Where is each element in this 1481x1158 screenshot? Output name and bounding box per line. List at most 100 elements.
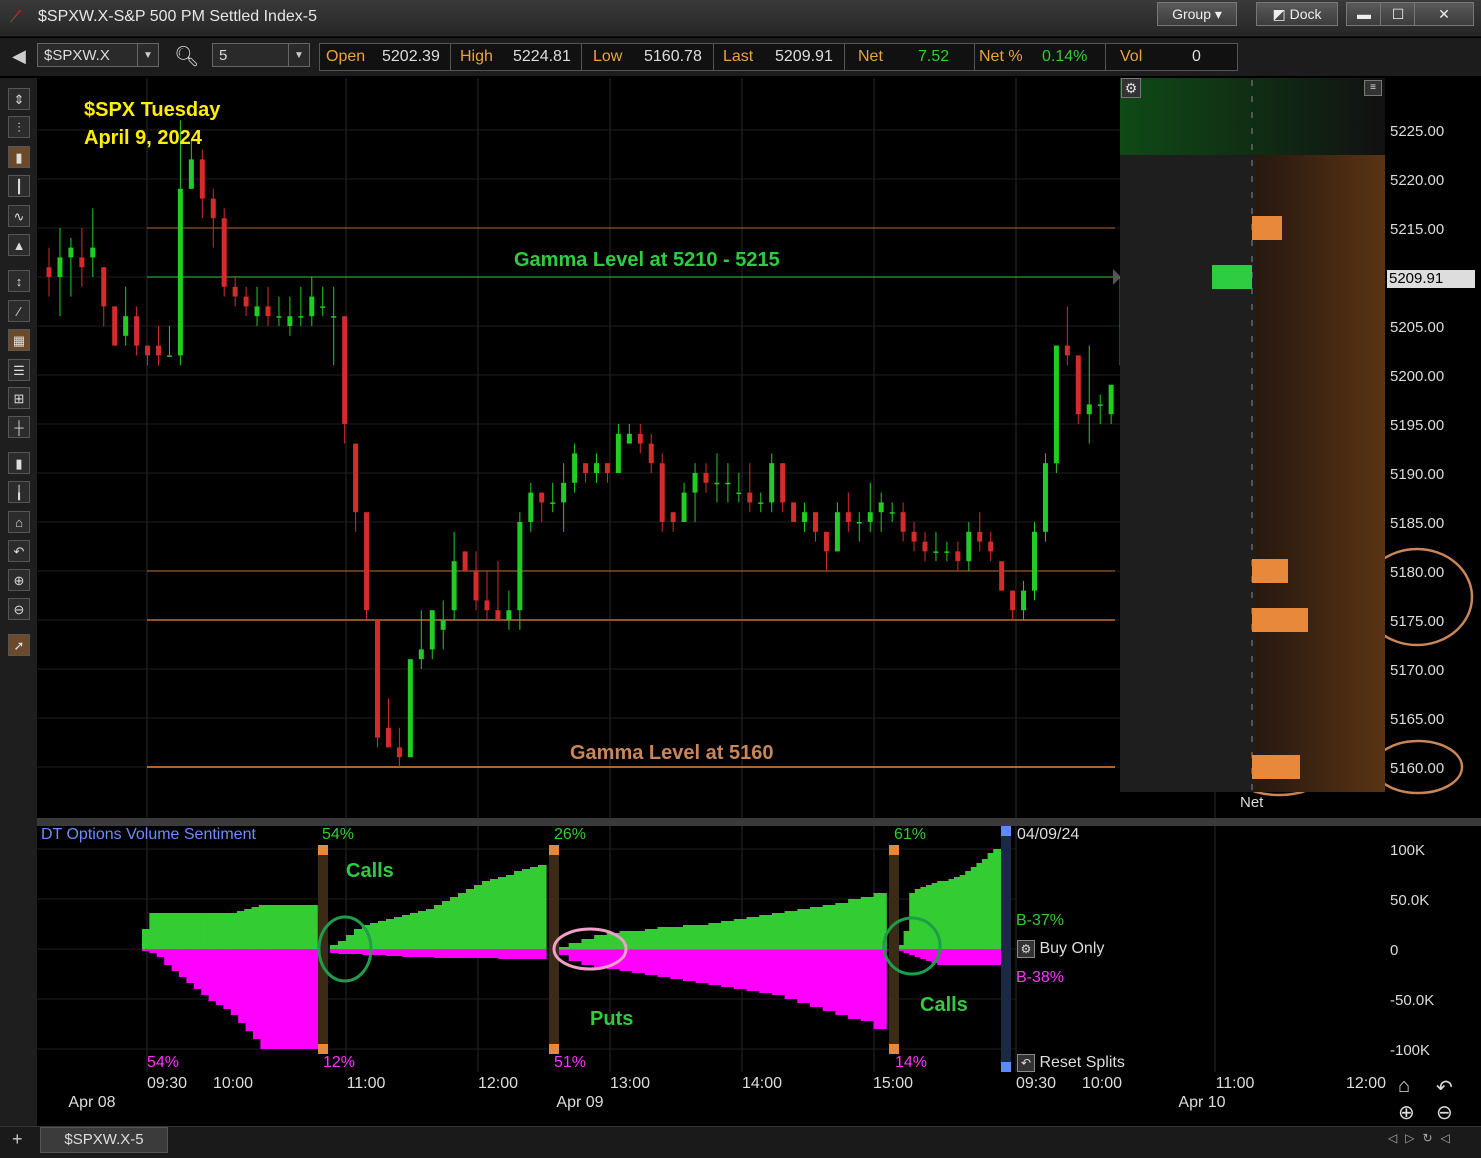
candle-body [451,561,457,611]
scale-icon[interactable]: ↕ [8,270,30,292]
sentiment-bar [822,905,836,949]
window-title: $SPXW.X-S&P 500 PM Settled Index-5 [38,8,317,25]
interval-input[interactable]: 5 ▼ [212,43,310,67]
sentiment-bar [970,949,977,965]
zoom-out-icon[interactable]: ⊖ [1436,1100,1453,1125]
current-session-bar [1001,826,1011,1072]
sentiment-bar [619,931,633,949]
sentiment-bar [558,949,572,950]
drawing-toolbar: ⇕ ⫶ ▮ ┃ ∿ ▲ ↕ ∕ ▦ ☰ ⊞ ┼ ▮ ╽ ⌂ ↶ ⊕ ⊖ ➚ [0,78,37,1128]
chevron-down-icon[interactable]: ▼ [137,44,158,66]
y-tick-label: 5190.00 [1390,466,1444,483]
sentiment-bar [594,949,608,967]
seg-top-pct-2: 26% [554,826,587,843]
menu-icon[interactable]: ≡ [1364,80,1382,96]
sentiment-bar [418,911,427,949]
sentiment-bar [238,949,247,1023]
net-bar [1252,559,1288,583]
grid-icon[interactable]: ▦ [8,329,30,351]
sentiment-bar [1004,949,1011,965]
crosshair-grid-icon[interactable]: ⊞ [8,387,30,409]
sentiment-bar [386,949,395,956]
sentiment-bar [193,913,201,949]
sentiment-bar [568,943,582,949]
candle-body [780,463,786,503]
sentiment-bar [786,949,800,950]
sentiment-bar [426,949,435,957]
sentiment-bar [266,905,274,949]
sentiment-bar [797,909,811,949]
sentiment-bar [514,871,523,949]
marker-icon[interactable]: ▮ [8,452,30,474]
candle-body [561,482,567,503]
home-icon[interactable]: ⌂ [8,511,30,533]
ohlc-icon[interactable]: ┃ [8,175,30,197]
buy-only-toggle[interactable]: ⚙ Buy Only [1017,940,1104,958]
sentiment-bar [954,877,961,949]
candle-body [900,512,906,532]
sentiment-bar [346,949,355,954]
sentiment-bar [474,885,483,949]
sentiment-bar [522,949,531,959]
group-button[interactable]: Group ▾ [1157,2,1237,26]
segment-marker-bottom [549,1044,559,1054]
chevron-down-icon[interactable]: ▼ [288,44,309,66]
sentiment-bar [959,875,966,949]
trendline-icon[interactable]: ∕ [8,300,30,322]
search-icon[interactable]: 🔍︎ [174,44,199,69]
tab-nav-icons[interactable]: ◁▷↻◁ [1388,1131,1458,1145]
vertical-line-icon[interactable]: ╽ [8,481,30,503]
settings-gear-icon[interactable]: ⚙ [1121,78,1141,98]
sentiment-bar [926,949,933,961]
zoom-in-icon[interactable]: ⊕ [8,569,30,591]
sentiment-bar [330,949,339,953]
candle-body [287,316,293,326]
time-tick-label: 10:00 [1082,1075,1122,1092]
dock-button[interactable]: ◩ Dock [1256,2,1338,26]
symbol-input[interactable]: $SPXW.X ▼ [37,43,159,67]
candle-body [1075,355,1081,415]
home-icon[interactable]: ⌂ [1398,1075,1410,1098]
reset-splits-button[interactable]: ↶ Reset Splits [1017,1054,1125,1072]
sentiment-bar [1004,849,1011,949]
candlestick-icon[interactable]: ▮ [8,146,30,168]
bar-chart-icon[interactable]: ⫶ [8,116,30,138]
sentiment-bar [275,949,284,1049]
undo-icon[interactable]: ↶ [8,540,30,562]
sentiment-bar [835,949,849,1015]
candle-body [988,541,994,552]
zoom-out-icon[interactable]: ⊖ [8,598,30,620]
candle-body [407,659,413,758]
minimize-button[interactable]: ▬ [1346,2,1382,26]
table-icon[interactable]: ☰ [8,359,30,381]
sentiment-bar [466,889,475,949]
candle-body [648,443,654,464]
back-arrow-icon[interactable]: ◀ [12,46,26,67]
tab-spxw[interactable]: $SPXW.X-5 [40,1127,168,1153]
candle-body [692,473,698,493]
sentiment-bar [596,949,610,950]
pointer-icon[interactable]: ➚ [8,634,30,656]
zoom-in-icon[interactable]: ⊕ [1398,1100,1415,1125]
area-chart-icon[interactable]: ▲ [8,234,30,256]
sentiment-bar [723,949,737,950]
cursor-crosshair-icon[interactable]: ⇕ [8,88,30,110]
line-chart-icon[interactable]: ∿ [8,205,30,227]
sentiment-bar [860,897,875,949]
sentiment-bar [835,903,849,949]
add-tab-icon[interactable]: + [12,1129,23,1150]
candle-body [878,502,884,513]
candle-body [265,306,271,317]
candle-body [670,512,676,522]
undo-icon[interactable]: ↶ [1436,1075,1453,1100]
candle-body [834,512,840,552]
horizontal-line-icon[interactable]: ┼ [8,416,30,438]
close-button[interactable]: ✕ [1414,2,1474,26]
seg-top-pct-1: 54% [322,826,355,843]
sentiment-bar [442,901,451,949]
sentiment-bar [394,949,403,956]
maximize-button[interactable]: ☐ [1380,2,1416,26]
sentiment-bar [164,949,173,965]
sentiment-bar [746,949,760,991]
quote-value-high: 5224.81 [513,48,571,65]
